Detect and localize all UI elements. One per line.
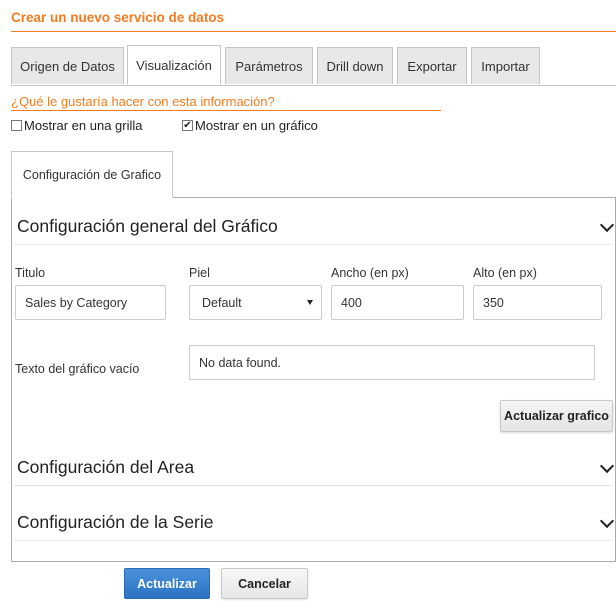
title-divider [11,31,616,32]
chart-checkbox[interactable]: ✔ [182,120,193,131]
tab-drill-down[interactable]: Drill down [317,47,393,84]
empty-text-input[interactable]: No data found. [189,345,595,380]
tabs-divider [11,85,616,86]
chart-option[interactable]: ✔ Mostrar en un gráfico [182,118,318,133]
refresh-chart-button[interactable]: Actualizar grafico [500,400,613,432]
width-input[interactable]: 400 [331,285,464,320]
subtab-chart-config[interactable]: Configuración de Grafico [11,151,173,198]
question-underline [11,110,441,111]
question-label: ¿Qué le gustaría hacer con esta informac… [11,94,275,109]
skin-select[interactable]: Default [189,285,322,320]
skin-field-label: Piel [189,266,210,280]
title-input[interactable]: Sales by Category [15,285,166,320]
series-section-title[interactable]: Configuración de la Serie [17,512,214,533]
title-field-label: Titulo [15,266,46,280]
section-divider [14,540,612,541]
skin-select-value: Default [202,295,242,310]
area-section-title[interactable]: Configuración del Area [17,457,194,478]
update-button[interactable]: Actualizar [124,568,210,599]
tab-importar[interactable]: Importar [471,47,540,84]
chart-option-label: Mostrar en un gráfico [195,118,318,133]
section-divider [14,244,612,245]
grid-option[interactable]: Mostrar en una grilla [11,118,143,133]
tab-parametros[interactable]: Parámetros [225,47,313,84]
width-field-label: Ancho (en px) [331,266,409,280]
dropdown-arrow-icon [307,300,313,305]
section-divider [14,485,612,486]
empty-text-label: Texto del gráfico vacío [15,362,140,376]
cancel-button[interactable]: Cancelar [221,568,308,599]
general-section-title[interactable]: Configuración general del Gráfico [17,216,278,237]
grid-option-label: Mostrar en una grilla [24,118,143,133]
tab-origen-de-datos[interactable]: Origen de Datos [11,47,124,84]
tab-visualizacion[interactable]: Visualización [127,45,221,85]
tab-exportar[interactable]: Exportar [397,47,467,84]
page-title: Crear un nuevo servicio de datos [11,10,225,25]
height-input[interactable]: 350 [473,285,602,320]
grid-checkbox[interactable] [11,120,22,131]
height-field-label: Alto (en px) [473,266,537,280]
